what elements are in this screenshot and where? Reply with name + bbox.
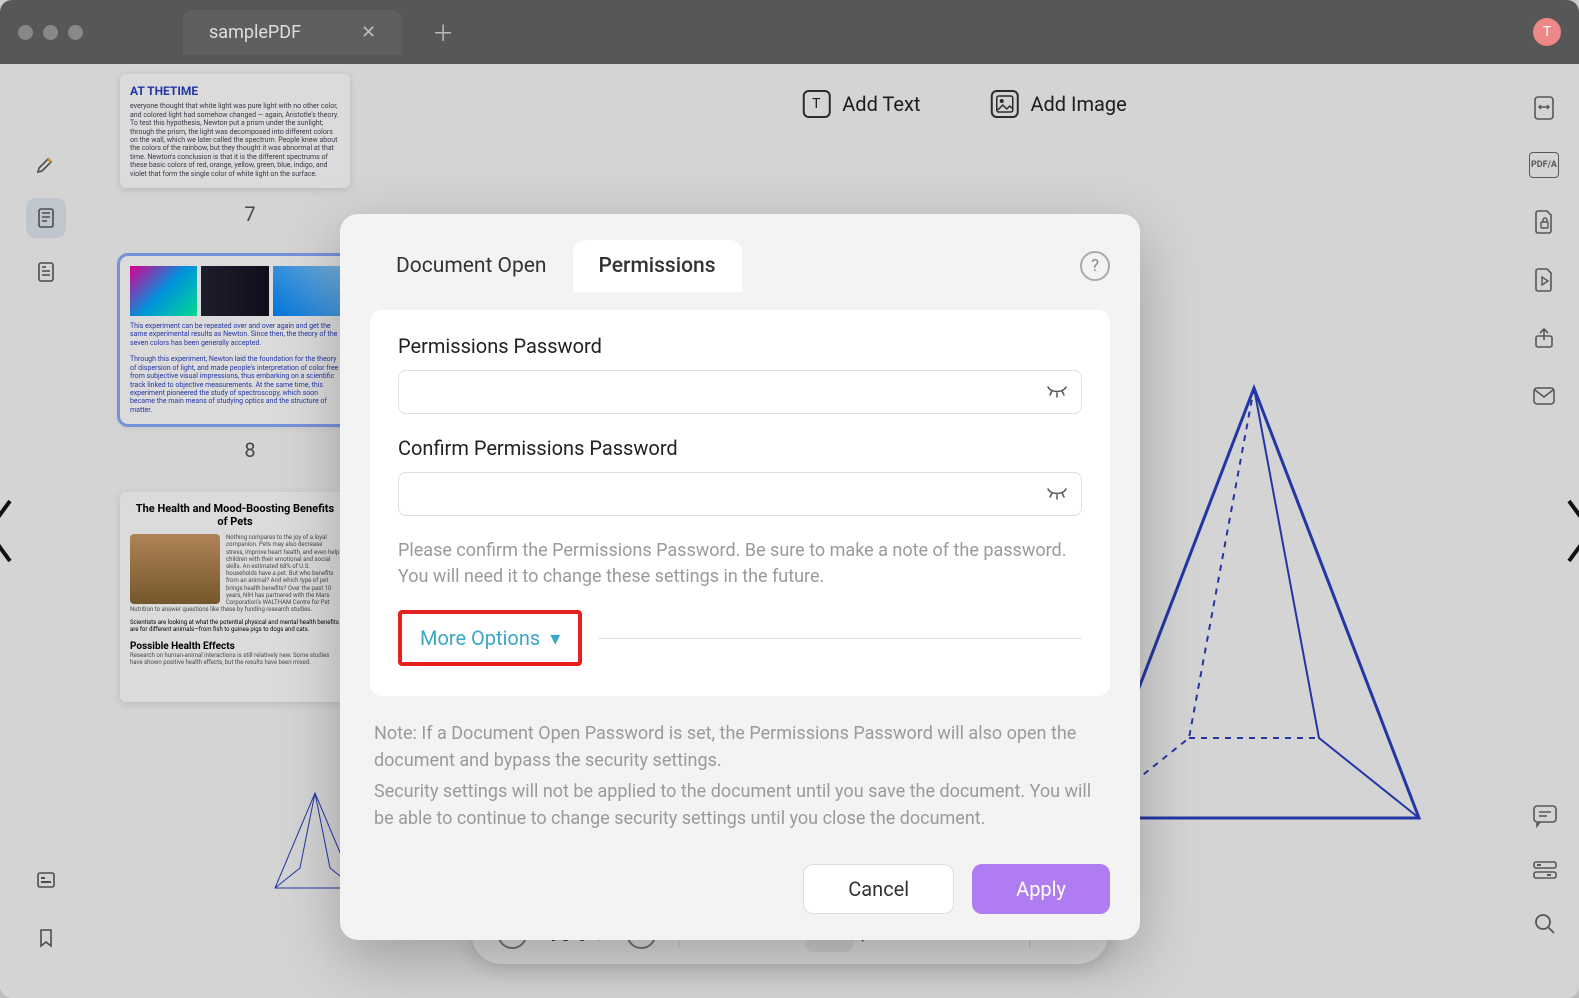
permissions-panel: Permissions Password Confirm Permissions… bbox=[370, 310, 1110, 696]
close-tab-icon[interactable]: ✕ bbox=[361, 22, 376, 43]
security-note-1: Note: If a Document Open Password is set… bbox=[374, 720, 1106, 774]
chevron-left-icon bbox=[0, 496, 20, 566]
more-options-toggle[interactable]: More Options ▾ bbox=[402, 614, 578, 662]
triangle-down-icon: ▾ bbox=[550, 626, 560, 650]
toggle-visibility-icon[interactable] bbox=[1046, 487, 1068, 501]
tab-title: samplePDF bbox=[209, 22, 301, 43]
confirm-password-label: Confirm Permissions Password bbox=[398, 436, 1082, 460]
permissions-password-label: Permissions Password bbox=[398, 334, 1082, 358]
traffic-lights bbox=[18, 25, 83, 40]
minimize-window-icon[interactable] bbox=[43, 25, 58, 40]
content-area: AT THETIME everyone thought that white l… bbox=[0, 64, 1579, 998]
security-dialog: Document Open Permissions ? Permissions … bbox=[340, 214, 1140, 940]
tab-permissions[interactable]: Permissions bbox=[573, 240, 742, 292]
tab-document-open[interactable]: Document Open bbox=[370, 240, 573, 292]
document-tab[interactable]: samplePDF ✕ bbox=[183, 10, 402, 55]
toggle-visibility-icon[interactable] bbox=[1046, 385, 1068, 399]
maximize-window-icon[interactable] bbox=[68, 25, 83, 40]
app-window: samplePDF ✕ ＋ T bbox=[0, 0, 1579, 998]
security-note-2: Security settings will not be applied to… bbox=[374, 778, 1106, 832]
dialog-actions: Cancel Apply bbox=[370, 864, 1110, 914]
confirm-hint: Please confirm the Permissions Password.… bbox=[398, 538, 1082, 590]
prev-overlay-button[interactable] bbox=[0, 496, 20, 566]
chevron-right-icon bbox=[1559, 496, 1579, 566]
confirm-password-input[interactable] bbox=[398, 472, 1082, 516]
next-overlay-button[interactable] bbox=[1559, 496, 1579, 566]
new-tab-button[interactable]: ＋ bbox=[432, 16, 454, 48]
cancel-button[interactable]: Cancel bbox=[803, 864, 954, 914]
dialog-tabs: Document Open Permissions ? bbox=[370, 240, 1110, 292]
avatar[interactable]: T bbox=[1533, 18, 1561, 46]
permissions-password-input[interactable] bbox=[398, 370, 1082, 414]
apply-button[interactable]: Apply bbox=[972, 864, 1110, 914]
help-button[interactable]: ? bbox=[1080, 251, 1110, 281]
close-window-icon[interactable] bbox=[18, 25, 33, 40]
titlebar: samplePDF ✕ ＋ T bbox=[0, 0, 1579, 64]
